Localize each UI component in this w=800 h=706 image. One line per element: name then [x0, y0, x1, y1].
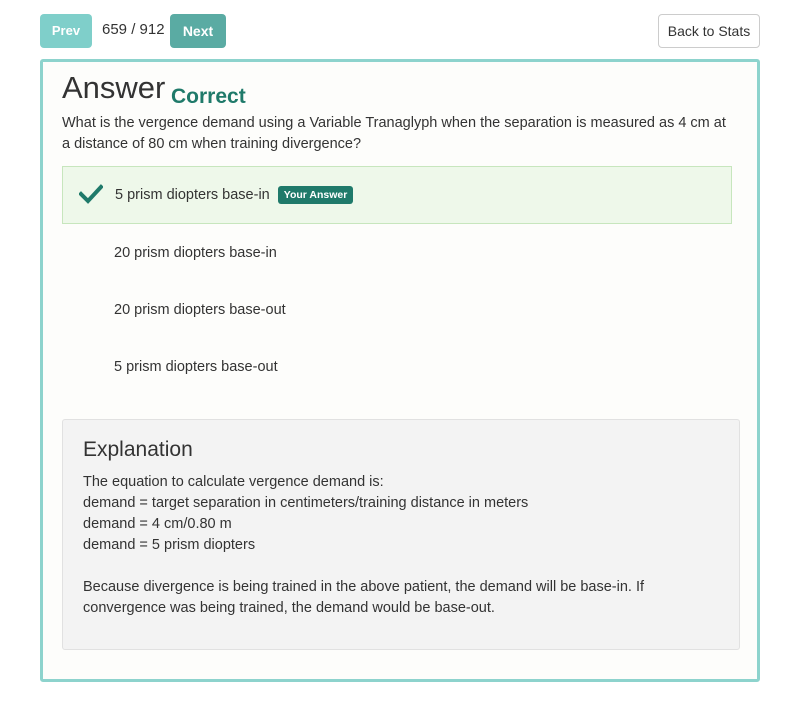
result-status: Correct — [171, 85, 246, 108]
explanation-box: Explanation The equation to calculate ve… — [62, 419, 740, 650]
your-answer-badge: Your Answer — [277, 186, 354, 204]
answer-option-label: 5 prism diopters base-in Your Answer — [115, 166, 354, 224]
explanation-line: demand = 4 cm/0.80 m — [83, 516, 232, 532]
explanation-line: The equation to calculate vergence deman… — [83, 474, 384, 490]
next-button[interactable]: Next — [170, 14, 226, 48]
navigation-bar: Prev 659 / 912 Next Back to Stats — [0, 0, 800, 58]
explanation-line: demand = 5 prism diopters — [83, 537, 256, 553]
answer-panel: Answer Correct What is the vergence dema… — [40, 59, 760, 682]
answer-option-1: 5 prism diopters base-in Your Answer — [62, 166, 732, 224]
prev-button[interactable]: Prev — [40, 14, 92, 48]
answer-option-label: 5 prism diopters base-out — [114, 359, 278, 375]
explanation-body: The equation to calculate vergence deman… — [83, 472, 723, 619]
explanation-line: demand = target separation in centimeter… — [83, 495, 529, 511]
question-text: What is the vergence demand using a Vari… — [62, 115, 726, 152]
explanation-paragraph: Because divergence is being trained in t… — [83, 579, 645, 616]
answer-option-3: 20 prism diopters base-out — [62, 281, 732, 339]
answer-option-4: 5 prism diopters base-out — [62, 338, 732, 396]
answer-option-label: 20 prism diopters base-in — [114, 245, 277, 261]
answer-option-2: 20 prism diopters base-in — [62, 224, 732, 282]
checkmark-icon — [79, 184, 103, 204]
back-to-stats-button[interactable]: Back to Stats — [658, 14, 760, 48]
explanation-title: Explanation — [83, 438, 193, 461]
answer-option-label: 20 prism diopters base-out — [114, 302, 286, 318]
question-counter: 659 / 912 — [102, 21, 165, 38]
answer-heading: Answer — [62, 70, 166, 105]
